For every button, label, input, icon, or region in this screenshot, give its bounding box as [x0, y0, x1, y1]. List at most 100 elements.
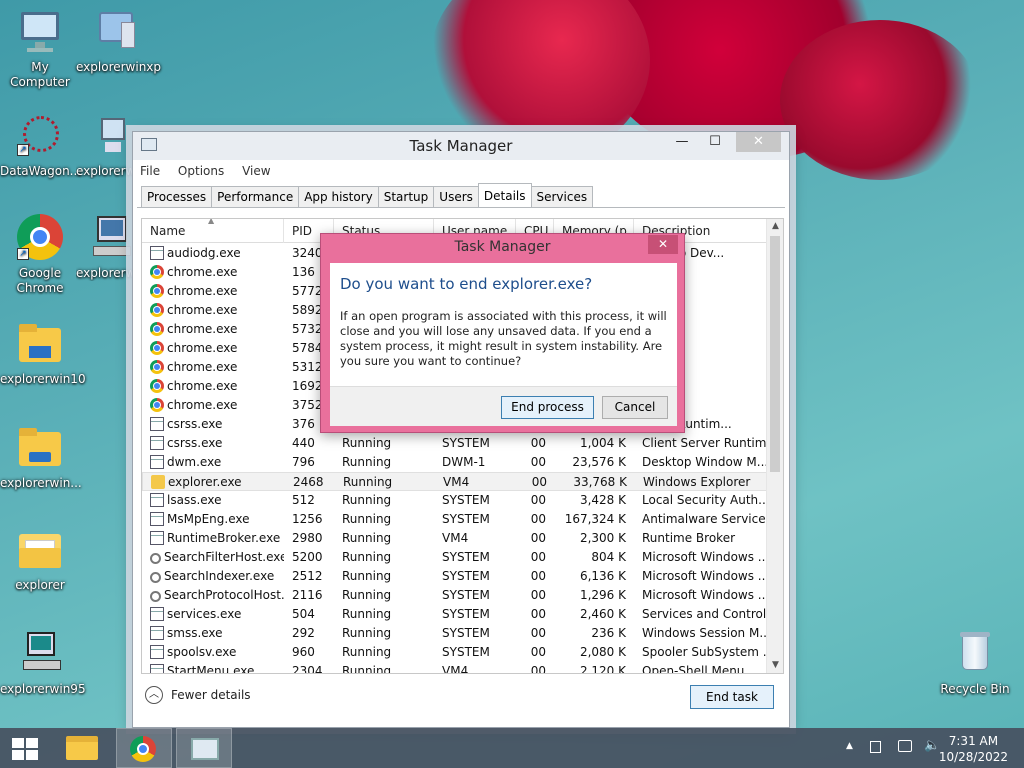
table-row[interactable]: spoolsv.exe 960 Running SYSTEM 00 2,080 K Spoo…: [142, 643, 767, 662]
cell-mem: 2,080 K: [554, 643, 634, 662]
cell-text: 2,080 K: [579, 645, 626, 659]
cell-text: dwm.exe: [167, 455, 222, 469]
cell-status: Running: [334, 643, 434, 662]
table-row[interactable]: SearchFilterHost.exe 5200 Running SYSTEM 00 8…: [142, 548, 767, 567]
taskbar-file-explorer[interactable]: [56, 728, 112, 768]
clock[interactable]: 7:31 AM 10/28/2022: [939, 733, 1008, 765]
table-row[interactable]: SearchIndexer.exe 2512 Running SYSTEM 00 6,13…: [142, 567, 767, 586]
tab-performance[interactable]: Performance: [211, 186, 300, 208]
table-row[interactable]: RuntimeBroker.exe 2980 Running VM4 00 2,300 K…: [142, 529, 767, 548]
wallpaper-petal: [780, 20, 980, 180]
cell-text: Microsoft Windows ...: [642, 569, 767, 583]
table-row[interactable]: lsass.exe 512 Running SYSTEM 00 3,428 K Local …: [142, 491, 767, 510]
cell-cpu: 00: [516, 643, 554, 662]
cell-user: SYSTEM: [434, 491, 516, 510]
table-row[interactable]: smss.exe 292 Running SYSTEM 00 236 K Windows S…: [142, 624, 767, 643]
cell-mem: 167,324 K: [554, 510, 634, 529]
cell-name: spoolsv.exe: [142, 643, 284, 662]
desktop-icon-my-computer[interactable]: My Computer: [0, 8, 80, 90]
tab-services[interactable]: Services: [530, 186, 594, 208]
table-row[interactable]: MsMpEng.exe 1256 Running SYSTEM 00 167,324 K A…: [142, 510, 767, 529]
end-process-dialog[interactable]: Task Manager ✕ Do you want to end explor…: [320, 233, 685, 433]
desktop-icon-explorerw-2[interactable]: explorerw: [76, 214, 132, 281]
action-center-icon[interactable]: [870, 741, 881, 753]
tab-startup[interactable]: Startup: [377, 186, 435, 208]
volume-icon[interactable]: 🔈: [924, 738, 940, 753]
cell-pid: 2116: [284, 586, 334, 605]
taskbar-task-manager[interactable]: [176, 728, 232, 768]
chrome-icon: [150, 398, 164, 412]
desktop-icon-explorerwinxp[interactable]: explorerwinxp: [76, 8, 161, 75]
cell-desc: Runtime Broker: [634, 529, 767, 548]
cell-text: 23,576 K: [572, 455, 626, 469]
desktop-icon-google-chrome[interactable]: ↗ Google Chrome: [0, 214, 80, 296]
cell-cpu: 00: [516, 586, 554, 605]
desktop-icon-explorerwin-dots[interactable]: explorerwin...: [0, 424, 82, 491]
fewer-details-label: Fewer details: [171, 688, 251, 702]
cell-desc: Local Security Auth...: [634, 491, 767, 510]
tab-app-history[interactable]: App history: [298, 186, 379, 208]
menu-file[interactable]: File: [133, 160, 167, 182]
minimize-button[interactable]: —: [668, 132, 696, 152]
cell-text: 440: [292, 436, 315, 450]
show-hidden-icons-icon[interactable]: ▲: [846, 741, 853, 751]
cell-cpu: 00: [516, 434, 554, 453]
cell-text: 00: [530, 512, 546, 526]
cell-text: 5732: [292, 322, 323, 336]
desktop-icon-recycle-bin[interactable]: Recycle Bin: [935, 630, 1015, 697]
end-task-button[interactable]: End task: [690, 685, 774, 709]
table-row[interactable]: explorer.exe 2468 Running VM4 00 33,768 K Wind…: [142, 472, 767, 491]
dialog-close-button[interactable]: ✕: [648, 235, 678, 254]
windows-logo-icon: [12, 738, 38, 760]
cell-text: spoolsv.exe: [167, 645, 237, 659]
table-row[interactable]: services.exe 504 Running SYSTEM 00 2,460 K Ser…: [142, 605, 767, 624]
scroll-thumb[interactable]: [770, 236, 780, 472]
fewer-details-link[interactable]: ︿ Fewer details: [145, 686, 251, 704]
cell-name: SearchProtocolHost....: [142, 586, 284, 605]
cell-text: 00: [530, 493, 546, 507]
tab-processes[interactable]: Processes: [141, 186, 213, 208]
scroll-up-icon[interactable]: ▲: [767, 219, 783, 234]
cell-cpu: 00: [516, 510, 554, 529]
desktop-icon-explorerw-1[interactable]: explorerw: [76, 112, 132, 179]
cell-pid: 292: [284, 624, 334, 643]
cancel-button[interactable]: Cancel: [602, 396, 668, 419]
cell-text: 3,428 K: [579, 493, 626, 507]
cell-desc: Client Server Runtim...: [634, 434, 767, 453]
cell-text: SYSTEM: [442, 626, 490, 640]
cell-status: Running: [334, 567, 434, 586]
cell-pid: 1256: [284, 510, 334, 529]
desktop-icon-datawagon[interactable]: ↗ DataWagon...: [0, 112, 81, 179]
tab-users[interactable]: Users: [433, 186, 479, 208]
menu-view[interactable]: View: [235, 160, 277, 182]
network-icon[interactable]: [898, 740, 912, 752]
end-process-button[interactable]: End process: [501, 396, 594, 419]
close-button[interactable]: ✕: [736, 132, 781, 152]
start-button[interactable]: [0, 728, 56, 768]
window-footer: ︿ Fewer details End task: [133, 672, 789, 727]
cell-name: chrome.exe: [142, 339, 284, 358]
cell-text: SYSTEM: [442, 588, 490, 602]
process-icon: [150, 512, 164, 526]
cell-cpu: 00: [516, 567, 554, 586]
maximize-button[interactable]: ☐: [701, 132, 729, 152]
vertical-scrollbar[interactable]: ▲ ▼: [766, 219, 783, 673]
table-row[interactable]: dwm.exe 796 Running DWM-1 00 23,576 K Desktop …: [142, 453, 767, 472]
cell-text: 236 K: [591, 626, 626, 640]
desktop-icon-explorerwin95[interactable]: explorerwin95: [0, 630, 86, 697]
cell-pid: 504: [284, 605, 334, 624]
desktop-icon-explorerwin10[interactable]: explorerwin10: [0, 320, 86, 387]
tab-details[interactable]: Details: [477, 183, 532, 207]
cell-text: RuntimeBroker.exe: [167, 531, 281, 545]
taskbar-chrome[interactable]: [116, 728, 172, 768]
table-row[interactable]: SearchProtocolHost.... 2116 Running SYSTEM 0…: [142, 586, 767, 605]
cell-text: Running: [342, 588, 392, 602]
desktop-icon-explorer[interactable]: explorer: [0, 526, 80, 593]
cell-name: chrome.exe: [142, 263, 284, 282]
scroll-down-icon[interactable]: ▼: [767, 658, 783, 673]
cell-text: 1692: [292, 379, 323, 393]
process-icon: [150, 607, 164, 621]
title-bar[interactable]: Task Manager — ☐ ✕: [133, 132, 789, 160]
menu-options[interactable]: Options: [171, 160, 231, 182]
table-row[interactable]: csrss.exe 440 Running SYSTEM 00 1,004 K Client…: [142, 434, 767, 453]
